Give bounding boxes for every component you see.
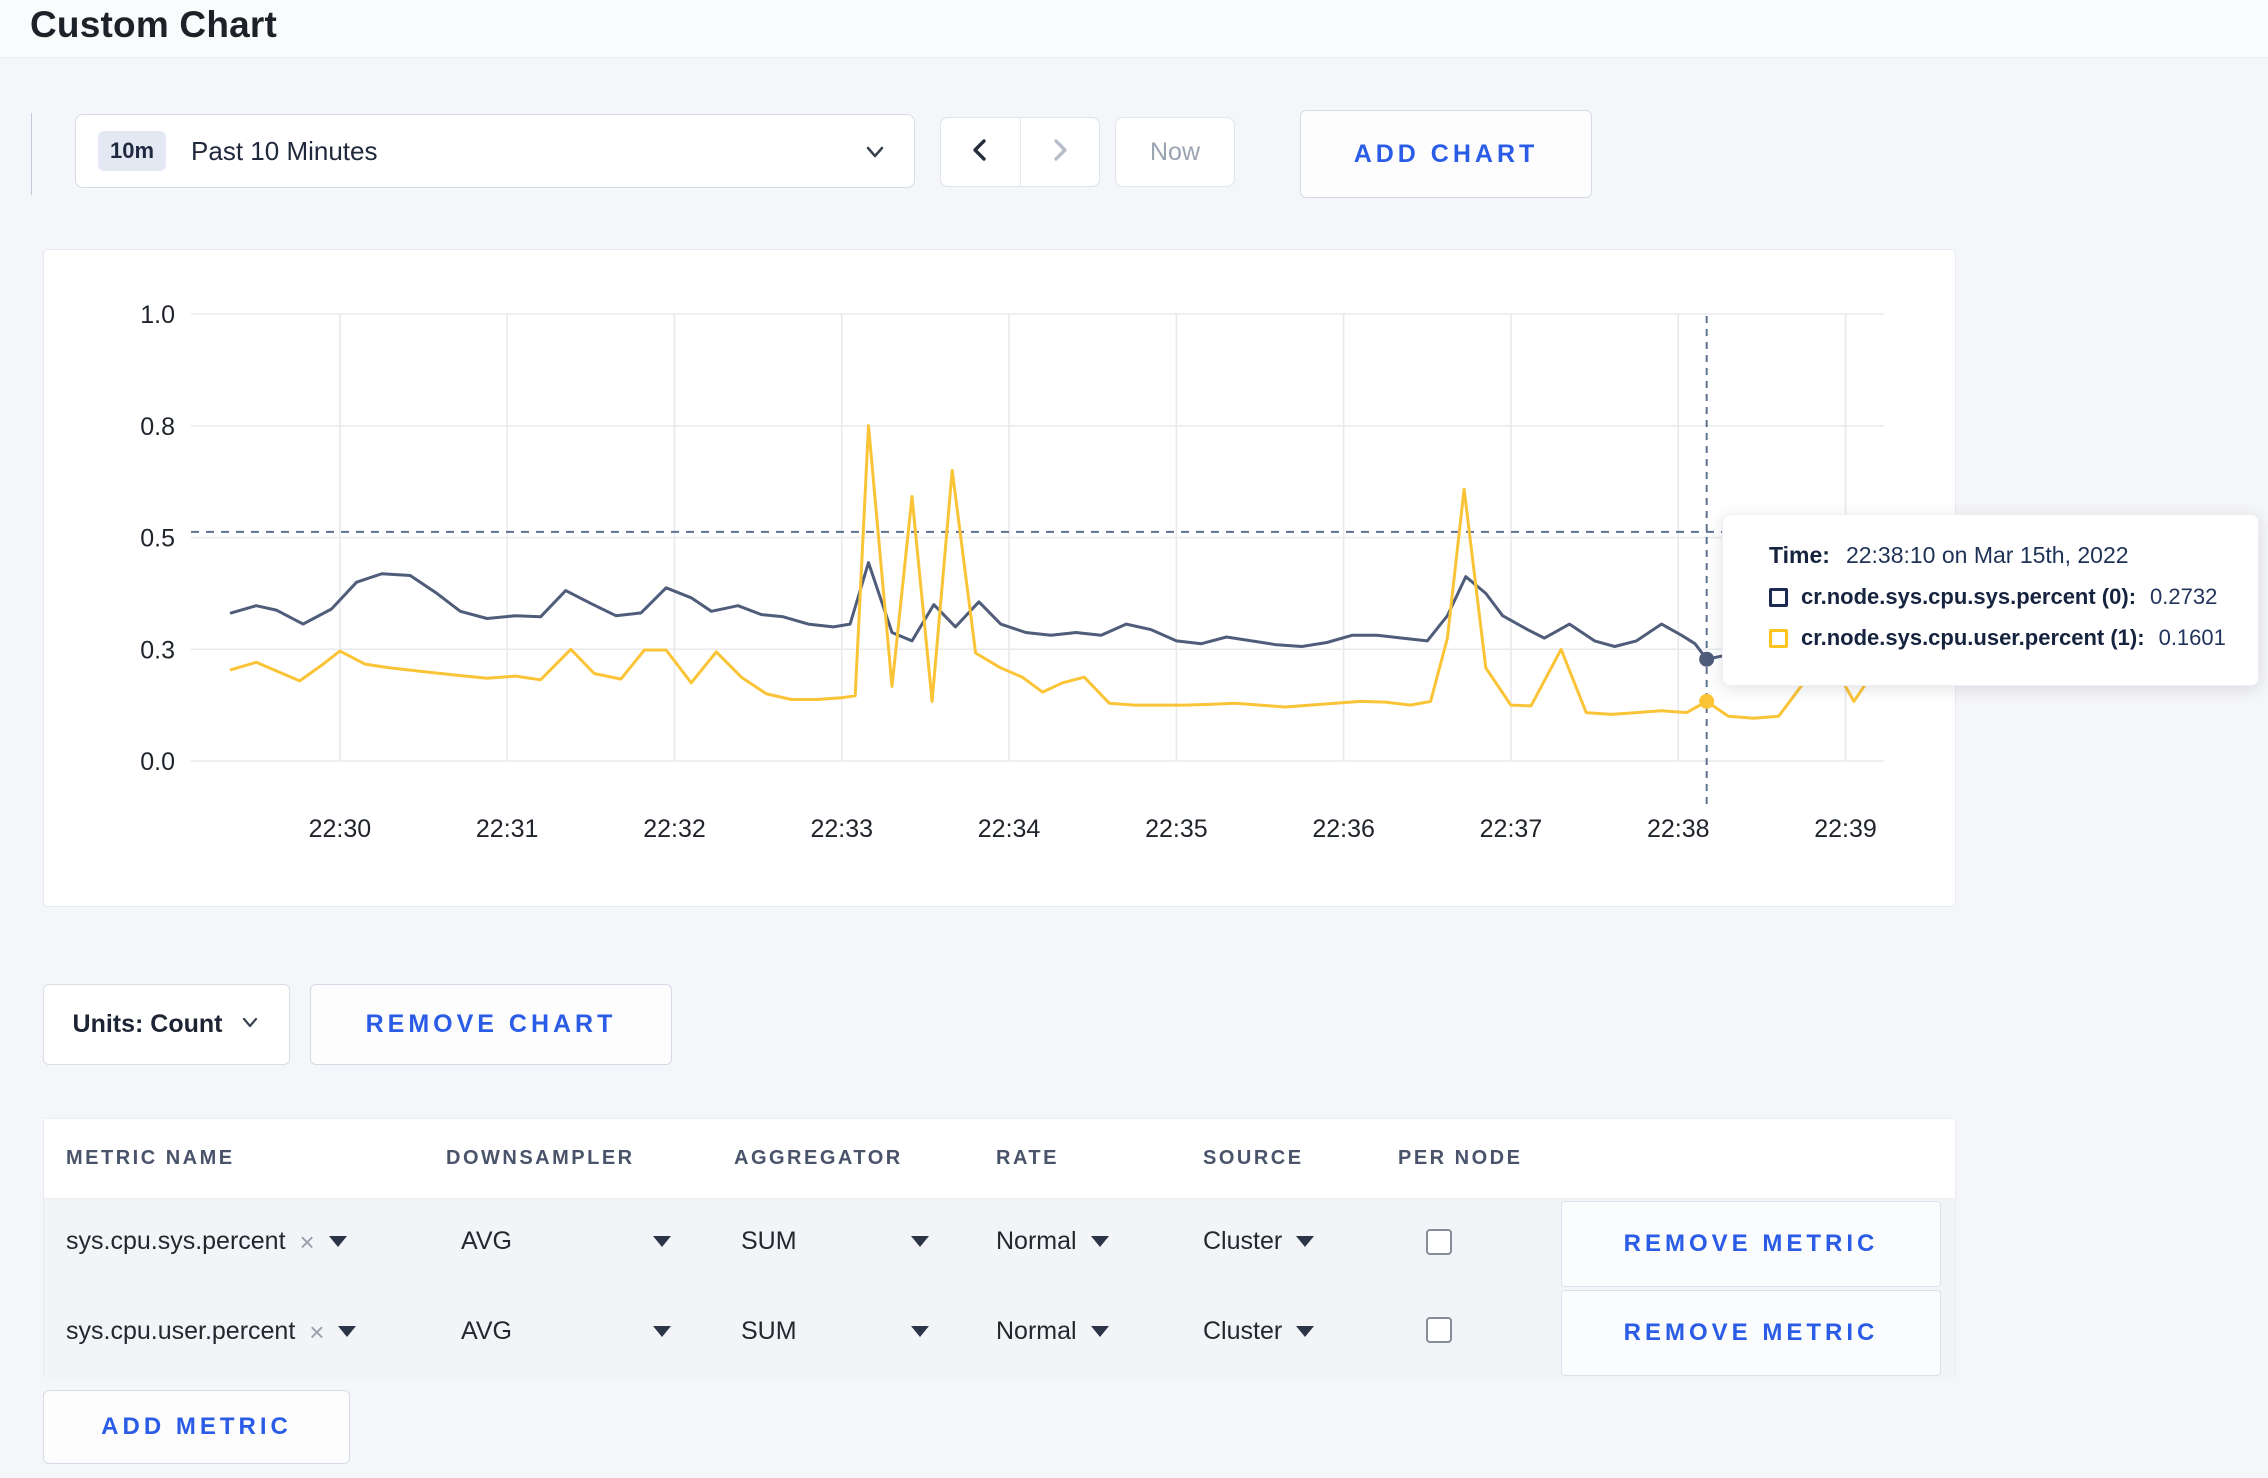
source-select[interactable]: Cluster bbox=[1203, 1317, 1315, 1346]
downsampler-select[interactable]: AVG bbox=[461, 1317, 671, 1346]
svg-text:0.5: 0.5 bbox=[140, 525, 175, 553]
source-select[interactable]: Cluster bbox=[1203, 1227, 1315, 1256]
add-chart-label: ADD CHART bbox=[1353, 139, 1539, 168]
downsampler-value: AVG bbox=[461, 1227, 512, 1255]
cpu-percent-line-chart[interactable]: 0.0 0.3 0.5 0.8 1.0 22:30 22:31 22:32 22:33 22:34… bbox=[44, 250, 1955, 906]
remove-metric-button[interactable]: REMOVE METRIC bbox=[1561, 1201, 1941, 1287]
svg-text:0.3: 0.3 bbox=[140, 636, 175, 664]
table-row: sys.cpu.user.percent × AVG SUM Normal Cl… bbox=[44, 1289, 1955, 1378]
tooltip-time-value: 22:38:10 on Mar 15th, 2022 bbox=[1845, 542, 2129, 568]
remove-tag-icon[interactable]: × bbox=[309, 1319, 324, 1345]
svg-text:22:39: 22:39 bbox=[1814, 815, 1877, 843]
svg-text:22:30: 22:30 bbox=[309, 815, 372, 843]
time-range-dropdown[interactable]: 10m Past 10 Minutes bbox=[75, 114, 915, 188]
tooltip-time-label: Time: bbox=[1769, 542, 1830, 568]
caret-down-icon bbox=[1296, 1236, 1315, 1247]
time-range-badge: 10m bbox=[98, 131, 167, 171]
series-swatch-sys bbox=[1769, 587, 1788, 607]
aggregator-value: SUM bbox=[741, 1317, 797, 1345]
column-downsampler: DOWNSAMPLER bbox=[446, 1147, 635, 1169]
svg-text:1.0: 1.0 bbox=[140, 301, 175, 329]
caret-down-icon bbox=[328, 1236, 347, 1247]
metric-name-value: sys.cpu.user.percent bbox=[66, 1317, 296, 1345]
column-source: SOURCE bbox=[1203, 1147, 1304, 1169]
aggregator-select[interactable]: SUM bbox=[741, 1317, 929, 1346]
chevron-down-icon bbox=[240, 1012, 260, 1037]
svg-text:22:37: 22:37 bbox=[1480, 815, 1543, 843]
per-node-checkbox[interactable] bbox=[1426, 1229, 1452, 1255]
remove-tag-icon[interactable]: × bbox=[300, 1229, 315, 1255]
remove-metric-label: REMOVE METRIC bbox=[1623, 1319, 1879, 1346]
column-rate: RATE bbox=[996, 1147, 1059, 1169]
svg-text:0.0: 0.0 bbox=[140, 748, 175, 776]
source-value: Cluster bbox=[1203, 1317, 1283, 1345]
downsampler-select[interactable]: AVG bbox=[461, 1227, 671, 1256]
page-header: Custom Chart bbox=[0, 0, 2268, 58]
svg-text:22:38: 22:38 bbox=[1647, 815, 1710, 843]
svg-text:22:31: 22:31 bbox=[476, 815, 539, 843]
svg-text:22:34: 22:34 bbox=[978, 815, 1041, 843]
chevron-left-icon bbox=[966, 136, 994, 169]
now-button[interactable]: Now bbox=[1115, 117, 1235, 187]
table-row: sys.cpu.sys.percent × AVG SUM Normal Clu… bbox=[44, 1199, 1955, 1287]
caret-down-icon bbox=[653, 1236, 671, 1247]
column-per-node: PER NODE bbox=[1398, 1147, 1523, 1169]
rate-select[interactable]: Normal bbox=[996, 1317, 1109, 1346]
metrics-table-header: METRIC NAME DOWNSAMPLER AGGREGATOR RATE … bbox=[44, 1119, 1955, 1198]
aggregator-value: SUM bbox=[741, 1227, 797, 1255]
add-metric-button[interactable]: ADD METRIC bbox=[43, 1390, 350, 1464]
caret-down-icon bbox=[1296, 1326, 1315, 1337]
per-node-checkbox[interactable] bbox=[1426, 1317, 1452, 1343]
rate-value: Normal bbox=[996, 1227, 1077, 1255]
svg-text:22:33: 22:33 bbox=[810, 815, 873, 843]
tooltip-series-value: 0.1601 bbox=[2158, 625, 2226, 650]
add-metric-label: ADD METRIC bbox=[101, 1413, 292, 1440]
page-title: Custom Chart bbox=[30, 4, 278, 45]
remove-metric-button[interactable]: REMOVE METRIC bbox=[1561, 1290, 1941, 1376]
chevron-down-icon bbox=[862, 139, 888, 170]
metric-name-select[interactable]: sys.cpu.sys.percent × bbox=[66, 1227, 347, 1256]
remove-chart-label: REMOVE CHART bbox=[365, 1010, 617, 1038]
add-chart-button[interactable]: ADD CHART bbox=[1300, 110, 1592, 198]
caret-down-icon bbox=[1090, 1326, 1109, 1337]
now-button-label: Now bbox=[1149, 137, 1200, 166]
caret-down-icon bbox=[1090, 1236, 1109, 1247]
downsampler-value: AVG bbox=[461, 1317, 512, 1345]
metric-name-select[interactable]: sys.cpu.user.percent × bbox=[66, 1317, 357, 1346]
next-range-button[interactable] bbox=[1021, 118, 1100, 186]
series-swatch-user bbox=[1769, 628, 1788, 648]
caret-down-icon bbox=[911, 1326, 929, 1337]
caret-down-icon bbox=[338, 1326, 357, 1337]
metrics-table-body: sys.cpu.sys.percent × AVG SUM Normal Clu… bbox=[44, 1198, 1955, 1378]
tooltip-series-value: 0.2732 bbox=[2150, 584, 2218, 609]
rate-value: Normal bbox=[996, 1317, 1077, 1345]
time-range-label: Past 10 Minutes bbox=[191, 135, 378, 166]
caret-down-icon bbox=[911, 1236, 929, 1247]
svg-text:22:32: 22:32 bbox=[643, 815, 706, 843]
chevron-right-icon bbox=[1046, 136, 1074, 169]
column-metric-name: METRIC NAME bbox=[66, 1147, 235, 1169]
tooltip-series-label: cr.node.sys.cpu.sys.percent (0): bbox=[1801, 584, 2137, 609]
remove-chart-button[interactable]: REMOVE CHART bbox=[310, 984, 672, 1065]
chart-hover-tooltip: Time: 22:38:10 on Mar 15th, 2022 cr.node… bbox=[1722, 514, 2259, 686]
rate-select[interactable]: Normal bbox=[996, 1227, 1109, 1256]
metrics-table: METRIC NAME DOWNSAMPLER AGGREGATOR RATE … bbox=[43, 1118, 1956, 1378]
custom-chart-page: Custom Chart 10m Past 10 Minutes Now ADD… bbox=[0, 0, 2268, 1478]
svg-text:22:36: 22:36 bbox=[1312, 815, 1375, 843]
metric-name-value: sys.cpu.sys.percent bbox=[66, 1227, 286, 1255]
units-label: Units: Count bbox=[72, 1010, 223, 1038]
time-step-buttons bbox=[940, 117, 1100, 187]
svg-text:22:35: 22:35 bbox=[1145, 815, 1208, 843]
units-dropdown[interactable]: Units: Count bbox=[43, 984, 290, 1065]
svg-text:0.8: 0.8 bbox=[140, 413, 175, 441]
chart-card: 0.0 0.3 0.5 0.8 1.0 22:30 22:31 22:32 22:33 22:34… bbox=[43, 249, 1956, 907]
column-aggregator: AGGREGATOR bbox=[734, 1147, 903, 1169]
source-value: Cluster bbox=[1203, 1227, 1283, 1255]
remove-metric-label: REMOVE METRIC bbox=[1623, 1230, 1879, 1257]
toolbar-divider bbox=[31, 113, 32, 195]
caret-down-icon bbox=[653, 1326, 671, 1337]
previous-range-button[interactable] bbox=[941, 118, 1021, 186]
tooltip-series-label: cr.node.sys.cpu.user.percent (1): bbox=[1801, 625, 2145, 650]
aggregator-select[interactable]: SUM bbox=[741, 1227, 929, 1256]
